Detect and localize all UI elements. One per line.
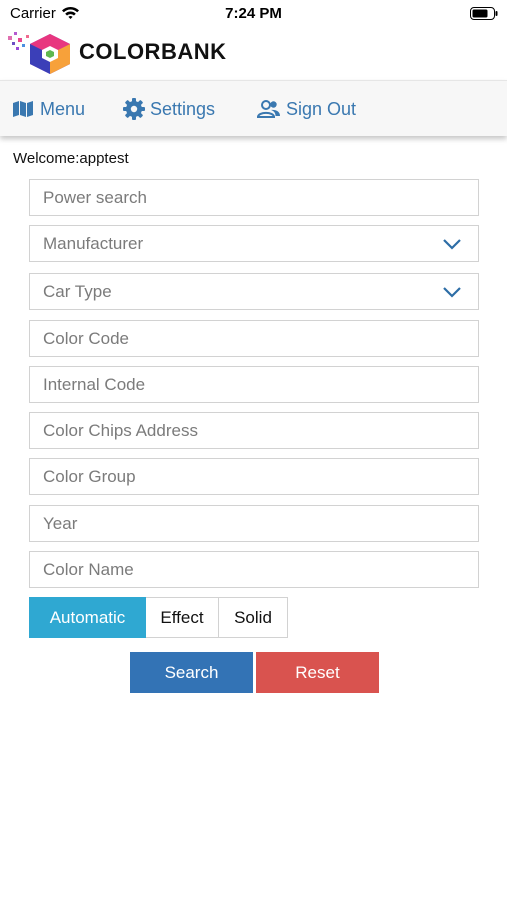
- automatic-option[interactable]: Automatic: [29, 597, 146, 638]
- power-search-input[interactable]: [43, 180, 478, 215]
- color-chips-address-input[interactable]: [43, 413, 478, 448]
- welcome-text: Welcome:apptest: [13, 150, 129, 167]
- color-code-input[interactable]: [43, 321, 478, 356]
- map-icon: [13, 101, 33, 117]
- nav-bar: Menu Settings Sign Out: [0, 80, 507, 136]
- power-search-field: [29, 179, 479, 216]
- year-input[interactable]: [43, 506, 478, 541]
- logo-text: COLORBANK: [79, 39, 227, 64]
- app-header: COLORBANK: [0, 28, 507, 78]
- internal-code-input[interactable]: [43, 367, 478, 402]
- sign-out-link[interactable]: Sign Out: [257, 97, 356, 121]
- color-group-input[interactable]: [43, 459, 478, 494]
- manufacturer-select[interactable]: Manufacturer: [29, 225, 479, 262]
- color-chips-address-field: [29, 412, 479, 449]
- battery-icon: [470, 7, 498, 20]
- effect-option[interactable]: Effect: [146, 597, 219, 638]
- color-group-field: [29, 458, 479, 495]
- color-name-input[interactable]: [43, 552, 478, 587]
- menu-label: Menu: [40, 98, 86, 119]
- users-icon: [257, 100, 280, 118]
- chevron-down-icon: [443, 239, 461, 250]
- car-type-select-value: Car Type: [43, 281, 112, 301]
- car-type-select[interactable]: Car Type: [29, 273, 479, 310]
- year-field: [29, 505, 479, 542]
- manufacturer-select-value: Manufacturer: [43, 233, 144, 253]
- search-button[interactable]: Search: [130, 652, 253, 693]
- reset-button[interactable]: Reset: [256, 652, 379, 693]
- colorbank-logo-icon: [8, 32, 70, 74]
- finish-type-segmented-control: Automatic Effect Solid: [29, 597, 288, 638]
- sign-out-label: Sign Out: [286, 98, 357, 119]
- internal-code-field: [29, 366, 479, 403]
- solid-option[interactable]: Solid: [219, 597, 288, 638]
- chevron-down-icon: [443, 287, 461, 298]
- status-time: 7:24 PM: [225, 5, 282, 22]
- color-code-field: [29, 320, 479, 357]
- color-name-field: [29, 551, 479, 588]
- status-bar: Carrier 7:24 PM: [0, 0, 507, 28]
- settings-label: Settings: [150, 98, 216, 119]
- menu-link[interactable]: Menu: [12, 97, 85, 121]
- settings-link[interactable]: Settings: [123, 97, 215, 121]
- gear-icon: [123, 98, 145, 120]
